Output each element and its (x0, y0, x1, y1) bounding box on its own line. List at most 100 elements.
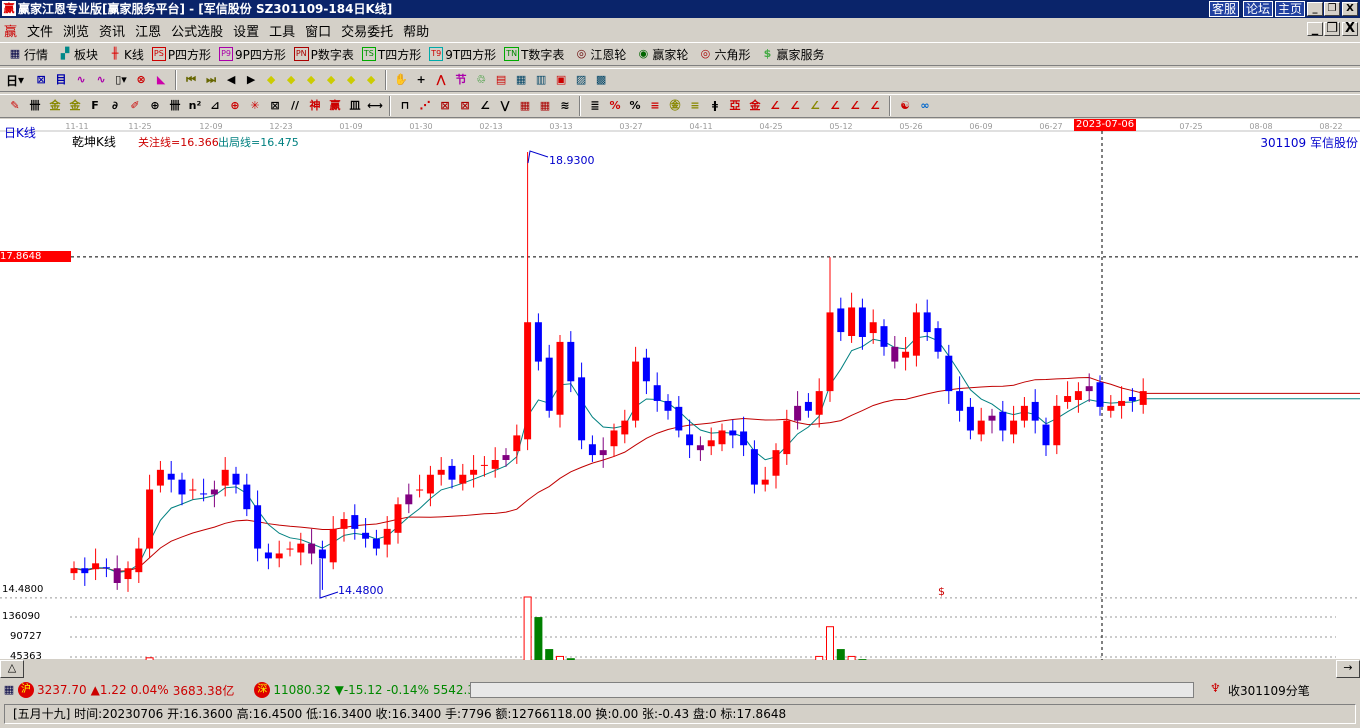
close-button[interactable]: X (1342, 2, 1358, 16)
taichi-icon[interactable]: ☯ (896, 97, 914, 115)
scroll-right-button[interactable]: → (1336, 660, 1360, 678)
target-icon[interactable]: ⊕ (226, 97, 244, 115)
menu-settings[interactable]: 设置 (233, 21, 259, 40)
volume-toggle-button[interactable]: △ (0, 660, 24, 678)
gann-box-icon[interactable]: ⊠ (436, 97, 454, 115)
restore-button[interactable]: ❐ (1324, 2, 1340, 16)
fan-icon[interactable]: ⋰ (416, 97, 434, 115)
minimize-button[interactable]: _ (1307, 2, 1323, 16)
square-lines-icon[interactable]: n² (186, 97, 204, 115)
save-icon[interactable]: ▣ (552, 71, 570, 89)
app-menu-icon[interactable]: 赢 (4, 21, 17, 40)
brush-icon[interactable]: ǂ (706, 97, 724, 115)
toolbar-sectors[interactable]: ▞ 板块 (56, 45, 98, 63)
festival-icon[interactable]: 节 (452, 71, 470, 89)
gold-line2-icon[interactable]: 金 (66, 97, 84, 115)
time-lines-icon[interactable]: 卌 (166, 97, 184, 115)
zoom-out-icon[interactable]: ◆ (322, 71, 340, 89)
grid3-icon[interactable]: ▦ (536, 97, 554, 115)
hand-icon[interactable]: ✋ (392, 71, 410, 89)
fib-icon[interactable]: F (86, 97, 104, 115)
forum-link[interactable]: 论坛 (1243, 1, 1274, 17)
gold-tower-icon[interactable]: 金 (746, 97, 764, 115)
menu-tools[interactable]: 工具 (269, 21, 295, 40)
wave3-icon[interactable]: ∿ (72, 71, 90, 89)
menu-file[interactable]: 文件 (27, 21, 53, 40)
menu-help[interactable]: 帮助 (403, 21, 429, 40)
toolbar-9p-square[interactable]: P9 9P四方形 (219, 46, 286, 63)
rect-icon[interactable]: ⊓ (396, 97, 414, 115)
toolbar-service[interactable]: $ 赢家服务 (758, 45, 825, 63)
candle-type-icon[interactable]: ▯▾ (112, 71, 130, 89)
pen-icon[interactable]: ✎ (6, 97, 24, 115)
channel-icon[interactable]: ≋ (556, 97, 574, 115)
toolbar-quotes[interactable]: ▦ 行情 (6, 45, 48, 63)
wave9-icon[interactable]: ∿ (92, 71, 110, 89)
left-icon[interactable]: ◀ (222, 71, 240, 89)
angle-icon[interactable]: ⊿ (206, 97, 224, 115)
four-angle-icon[interactable]: ∠ (866, 97, 884, 115)
parallel-lines-icon[interactable]: 卌 (26, 97, 44, 115)
child-restore-button[interactable]: ❐ (1324, 22, 1340, 36)
network-icon[interactable]: ▨ (572, 71, 590, 89)
grid2-icon[interactable]: ▦ (516, 97, 534, 115)
toolbar-winner-wheel[interactable]: ◉ 赢家轮 (634, 45, 689, 63)
gold-lines-icon[interactable]: ≡ (686, 97, 704, 115)
chart-canvas[interactable]: 11-11 11-25 12-09 12-23 01-09 01-30 02-13 03-13… (0, 119, 1360, 678)
menu-window[interactable]: 窗口 (305, 21, 331, 40)
marker-icon[interactable]: ✐ (126, 97, 144, 115)
customer-service-link[interactable]: 客服 (1209, 1, 1240, 17)
percent-icon[interactable]: % (626, 97, 644, 115)
chart-style-icon[interactable]: ⊠ (32, 71, 50, 89)
zoom-right-icon[interactable]: ◆ (282, 71, 300, 89)
toolbar-t-table[interactable]: TN T数字表 (504, 46, 564, 63)
menu-gann[interactable]: 江恩 (135, 21, 161, 40)
comb-icon[interactable]: 皿 (346, 97, 364, 115)
god-angle-icon[interactable]: ∠ (826, 97, 844, 115)
menu-formula[interactable]: 公式选股 (171, 21, 223, 40)
calculator-icon[interactable]: ▦ (512, 71, 530, 89)
toolbar-kline[interactable]: ╫ K线 (106, 45, 144, 63)
line-icon[interactable]: ⋀ (432, 71, 450, 89)
child-minimize-button[interactable]: _ (1307, 22, 1323, 36)
god-icon[interactable]: 神 (306, 97, 324, 115)
right-icon[interactable]: ▶ (242, 71, 260, 89)
home-link[interactable]: 主页 (1275, 1, 1306, 17)
gann-fan-icon[interactable]: ⊠ (456, 97, 474, 115)
expand-icon[interactable]: ◆ (342, 71, 360, 89)
printer-icon[interactable]: ▩ (592, 71, 610, 89)
gold-angle-icon[interactable]: ∠ (806, 97, 824, 115)
toolbar-gann-wheel[interactable]: ◎ 江恩轮 (572, 45, 627, 63)
angle2-icon[interactable]: ∠ (476, 97, 494, 115)
box-icon[interactable]: ⊠ (266, 97, 284, 115)
kline-chart[interactable]: 11-11 11-25 12-09 12-23 01-09 01-30 02-13 03-13… (0, 119, 1360, 678)
child-close-button[interactable]: X (1342, 22, 1358, 36)
report-icon[interactable]: ▥ (532, 71, 550, 89)
crosshair-icon[interactable]: + (412, 71, 430, 89)
first-icon[interactable]: ⏮ (182, 71, 200, 89)
f-angle-icon[interactable]: ∠ (786, 97, 804, 115)
zoom-in-icon[interactable]: ◆ (302, 71, 320, 89)
j-angle-icon[interactable]: ∠ (766, 97, 784, 115)
table-icon[interactable]: ≣ (586, 97, 604, 115)
calendar-icon[interactable]: ▤ (492, 71, 510, 89)
cross-icon[interactable]: ⊗ (132, 71, 150, 89)
last-icon[interactable]: ⏭ (202, 71, 220, 89)
compress-icon[interactable]: ◆ (362, 71, 380, 89)
gold-circle-icon[interactable]: ㊎ (666, 97, 684, 115)
ticker-scrollbar[interactable] (470, 682, 1194, 698)
toolbar-p-table[interactable]: PN P数字表 (293, 46, 354, 63)
toolbar-hexagon[interactable]: ◎ 六角形 (696, 45, 751, 63)
toolbar-t-square[interactable]: TS T四方形 (361, 46, 421, 63)
notes-icon[interactable]: 目 (52, 71, 70, 89)
infinity-icon[interactable]: ∞ (916, 97, 934, 115)
zigzag-icon[interactable]: ⋁ (496, 97, 514, 115)
zoom-left-icon[interactable]: ◆ (262, 71, 280, 89)
toolbar-9t-square[interactable]: T9 9T四方形 (429, 46, 496, 63)
gold-line-icon[interactable]: 金 (46, 97, 64, 115)
spiral-icon[interactable]: ∂ (106, 97, 124, 115)
recycle-icon[interactable]: ♲ (472, 71, 490, 89)
slash-icon[interactable]: // (286, 97, 304, 115)
measure-icon[interactable]: ⟷ (366, 97, 384, 115)
menu-news[interactable]: 资讯 (99, 21, 125, 40)
